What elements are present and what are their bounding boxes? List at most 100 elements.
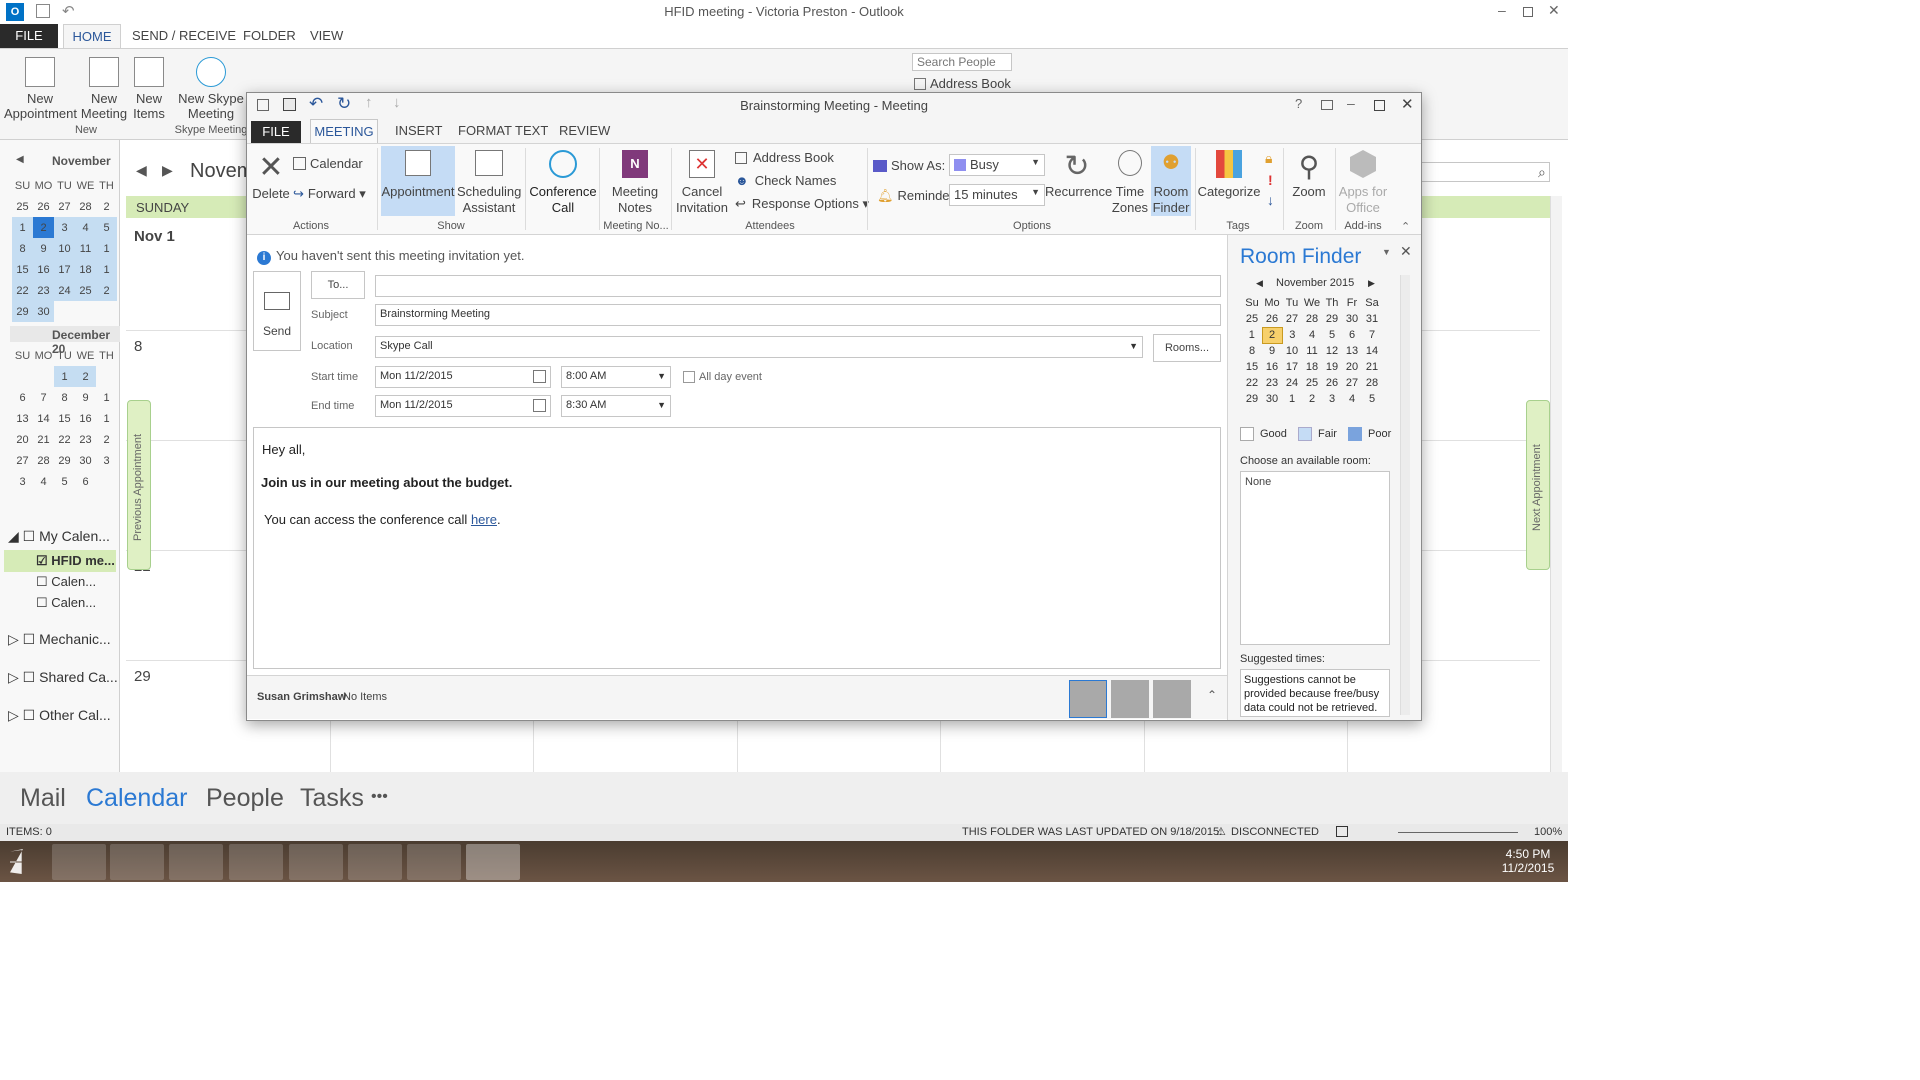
day-cell[interactable]: 12	[1322, 343, 1342, 359]
start-time-field[interactable]: 8:00 AM ▼	[561, 366, 671, 388]
day-cell[interactable]: 21	[33, 429, 54, 450]
day-cell[interactable]: 26	[33, 196, 54, 217]
day-cell[interactable]: 30	[1342, 311, 1362, 327]
calendar-group-shared[interactable]: ▷ ☐ Shared Ca...	[8, 669, 118, 686]
apps-for-office-button[interactable]: Apps for Office	[1337, 150, 1389, 216]
day-cell[interactable]: 29	[1242, 391, 1262, 407]
tab-format-text[interactable]: FORMAT TEXT	[458, 123, 548, 138]
new-items-button[interactable]: New Items	[128, 57, 170, 121]
day-cell[interactable]: 2	[75, 366, 96, 387]
calendar-button[interactable]: Calendar	[293, 156, 363, 172]
day-cell[interactable]: 2	[96, 429, 117, 450]
reminder-select[interactable]: 15 minutes ▼	[949, 184, 1045, 206]
search-icon[interactable]: ⌕	[1538, 164, 1546, 181]
response-options-button[interactable]: ↩ Response Options ▾	[735, 196, 869, 212]
day-cell[interactable]: 4	[1342, 391, 1362, 407]
day-cell[interactable]: 1	[1282, 391, 1302, 407]
expand-people-pane-icon[interactable]: ⌃	[1207, 688, 1217, 702]
taskbar-chrome[interactable]	[110, 844, 164, 880]
day-cell[interactable]: 28	[75, 196, 96, 217]
day-cell[interactable]: 29	[12, 301, 33, 322]
taskbar-file-explorer[interactable]	[52, 844, 106, 880]
tab-meeting[interactable]: MEETING	[310, 119, 378, 144]
low-importance-icon[interactable]: ↓	[1267, 192, 1274, 208]
day-cell[interactable]: 5	[96, 217, 117, 238]
private-lock-icon[interactable]: 🔒︎	[1265, 150, 1272, 167]
zoom-button[interactable]: ⚲ Zoom	[1285, 150, 1333, 200]
tab-insert[interactable]: INSERT	[395, 123, 442, 138]
day-cell[interactable]: 20	[1342, 359, 1362, 375]
day-cell[interactable]: 24	[54, 280, 75, 301]
day-cell[interactable]: 3	[96, 450, 117, 471]
day-cell[interactable]: 1	[54, 366, 75, 387]
address-book-button[interactable]: Address Book	[735, 150, 834, 166]
day-cell[interactable]: 31	[1362, 311, 1382, 327]
day-cell[interactable]: 3	[54, 217, 75, 238]
location-field[interactable]: Skype Call ▼	[375, 336, 1143, 358]
day-cell[interactable]: 3	[12, 471, 33, 492]
tab-home[interactable]: HOME	[63, 24, 121, 49]
taskbar-app[interactable]	[169, 844, 223, 880]
day-cell[interactable]: 4	[1302, 327, 1322, 343]
day-cell[interactable]: 10	[54, 238, 75, 259]
pane-options-icon[interactable]: ▼	[1382, 247, 1391, 257]
day-cell[interactable]: 22	[12, 280, 33, 301]
day-cell[interactable]: 5	[1322, 327, 1342, 343]
calendar-item-2[interactable]: ☐ Calen...	[36, 595, 96, 611]
day-cell[interactable]: 6	[75, 471, 96, 492]
start-icon[interactable]	[10, 849, 23, 874]
room-list-item[interactable]: None	[1245, 476, 1271, 488]
check-names-button[interactable]: ☻ Check Names	[735, 173, 836, 189]
taskbar-powershell[interactable]	[348, 844, 402, 880]
day-cell[interactable]: 11	[1302, 343, 1322, 359]
day-cell[interactable]: 17	[1282, 359, 1302, 375]
day-cell[interactable]: 30	[1262, 391, 1282, 407]
calendar-item-1[interactable]: ☐ Calen...	[36, 574, 96, 590]
to-button[interactable]: To...	[311, 271, 365, 299]
day-cell[interactable]: 11	[75, 238, 96, 259]
day-cell[interactable]: 14	[1362, 343, 1382, 359]
day-cell[interactable]: 27	[12, 450, 33, 471]
previous-appointment-button[interactable]: Previous Appointment	[127, 400, 151, 570]
day-cell[interactable]: 27	[1282, 311, 1302, 327]
day-cell[interactable]: 21	[1362, 359, 1382, 375]
nav-people[interactable]: People	[206, 784, 284, 813]
day-cell[interactable]: 7	[33, 387, 54, 408]
day-cell[interactable]: 7	[1362, 327, 1382, 343]
conference-link[interactable]: here	[471, 512, 497, 527]
day-cell[interactable]: 5	[1362, 391, 1382, 407]
calendar-scrollbar[interactable]	[1550, 196, 1562, 772]
tab-folder[interactable]: FOLDER	[243, 28, 296, 43]
avatar[interactable]	[1069, 680, 1107, 718]
day-cell[interactable]: 16	[1262, 359, 1282, 375]
day-cell[interactable]: 10	[1282, 343, 1302, 359]
day-cell[interactable]: 1	[96, 238, 117, 259]
pane-close-icon[interactable]: ✕	[1400, 243, 1412, 260]
day-cell[interactable]: 13	[1342, 343, 1362, 359]
restore-button[interactable]	[1523, 7, 1533, 17]
nav-mail[interactable]: Mail	[20, 784, 66, 813]
day-cell[interactable]: 15	[12, 259, 33, 280]
end-time-field[interactable]: 8:30 AM ▼	[561, 395, 671, 417]
nav-tasks[interactable]: Tasks	[300, 784, 364, 813]
scheduling-assistant-button[interactable]: Scheduling Assistant	[457, 150, 521, 216]
day-cell[interactable]: 20	[12, 429, 33, 450]
taskbar-paint[interactable]	[407, 844, 461, 880]
day-cell[interactable]: 1	[1242, 327, 1262, 343]
day-cell[interactable]: 2	[96, 196, 117, 217]
tab-review[interactable]: REVIEW	[559, 123, 610, 138]
day-cell[interactable]: 8	[12, 238, 33, 259]
tab-file[interactable]: FILE	[0, 24, 58, 48]
collapse-ribbon-icon[interactable]: ⌃	[1401, 220, 1410, 233]
day-cell[interactable]: 2	[33, 217, 54, 238]
to-field[interactable]	[375, 275, 1221, 297]
tab-view[interactable]: VIEW	[310, 28, 343, 43]
rf-next-month-icon[interactable]: ▶	[1368, 278, 1375, 289]
day-cell[interactable]: 22	[54, 429, 75, 450]
day-cell[interactable]: 23	[75, 429, 96, 450]
day-cell[interactable]: 15	[54, 408, 75, 429]
avatar[interactable]	[1111, 680, 1149, 718]
nav-more[interactable]: •••	[371, 788, 388, 806]
new-skype-meeting-button[interactable]: New Skype Meeting	[176, 57, 246, 121]
zoom-slider[interactable]	[1398, 832, 1518, 833]
